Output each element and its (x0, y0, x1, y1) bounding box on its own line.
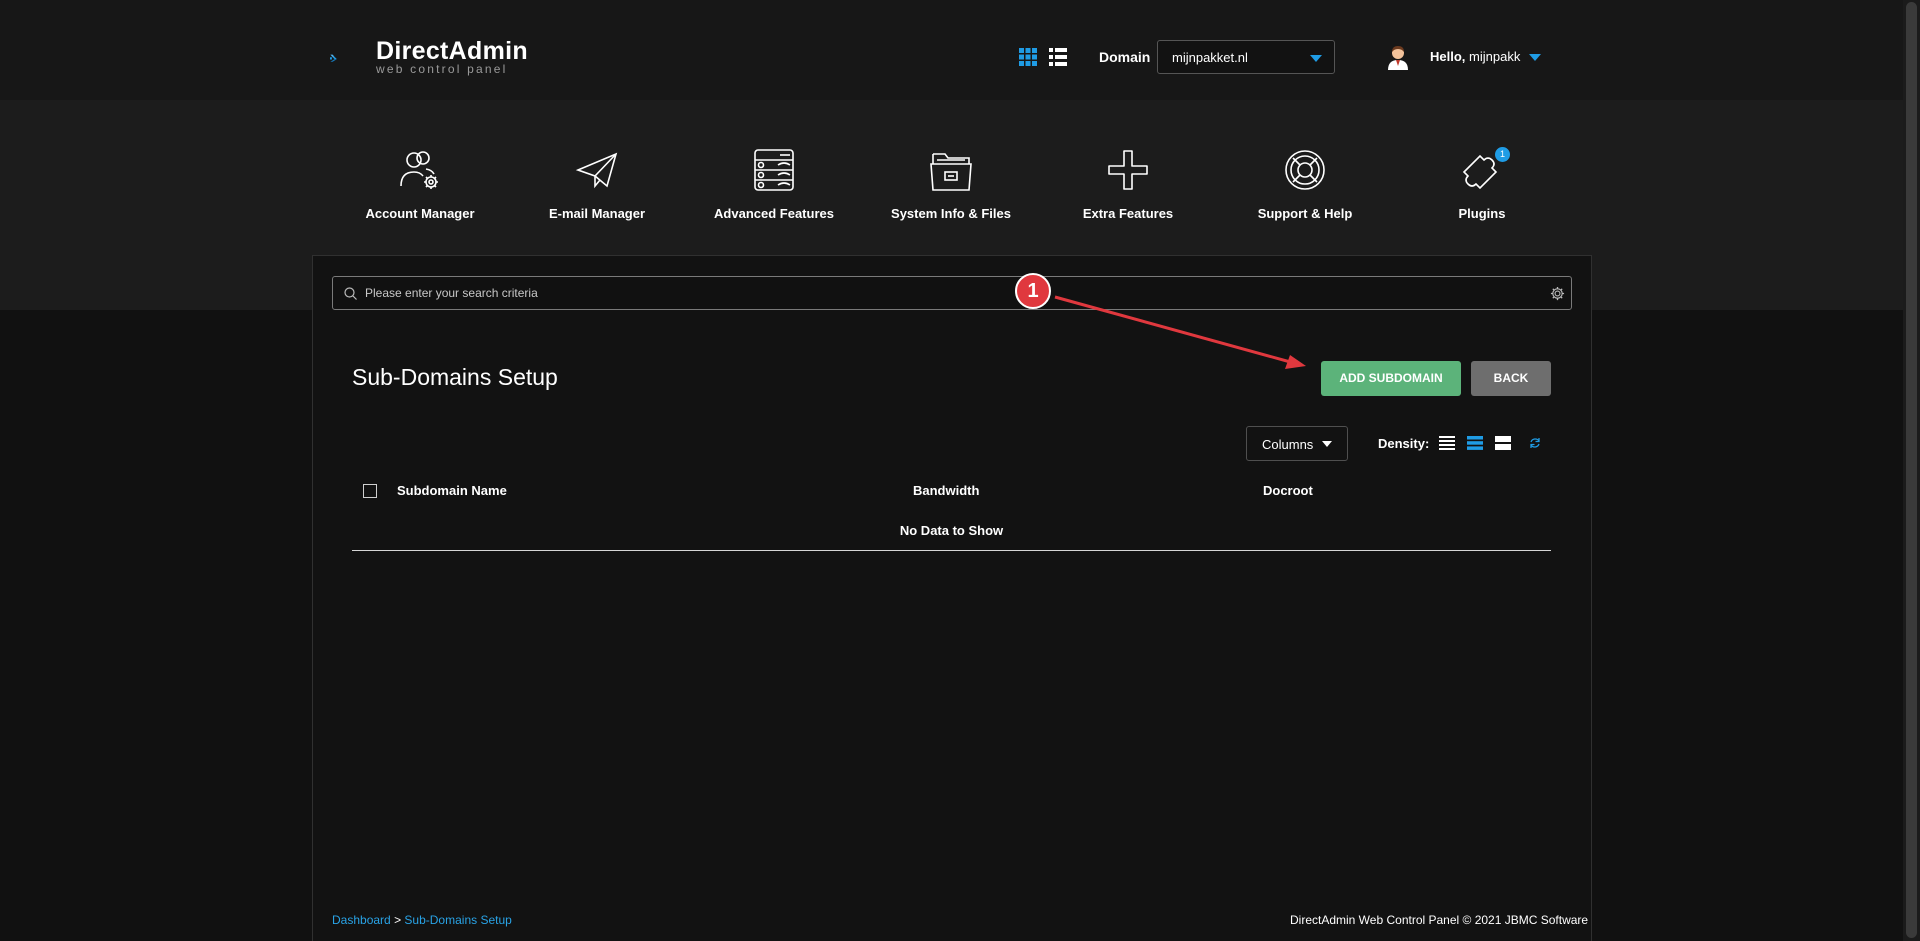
density-comfortable-icon[interactable] (1494, 435, 1512, 451)
columns-caret-icon (1322, 441, 1332, 447)
back-button[interactable]: BACK (1471, 361, 1551, 396)
nav-account-manager[interactable]: Account Manager (345, 148, 495, 228)
search-icon (344, 287, 357, 300)
list-icon[interactable] (1048, 47, 1068, 67)
annotation-step-badge: 1 (1015, 273, 1051, 309)
table-divider (352, 550, 1551, 551)
hello-prefix: Hello, (1430, 49, 1466, 64)
breadcrumb-dashboard[interactable]: Dashboard (332, 913, 391, 927)
domain-label: Domain (1099, 49, 1151, 65)
footer-copyright: DirectAdmin Web Control Panel © 2021 JBM… (1290, 913, 1589, 927)
user-avatar-icon[interactable] (1386, 44, 1410, 70)
grid-icon[interactable] (1018, 47, 1038, 67)
density-normal-icon[interactable] (1466, 435, 1484, 451)
empty-table-message: No Data to Show (899, 523, 1004, 538)
search-input[interactable]: Please enter your search criteria (332, 276, 1572, 310)
select-all-checkbox[interactable] (363, 484, 377, 498)
column-header-subdomain-name[interactable]: Subdomain Name (397, 483, 507, 498)
nav-support-help[interactable]: Support & Help (1230, 148, 1380, 228)
plugins-notification-badge: 1 (1495, 147, 1510, 162)
nav-email-manager[interactable]: E-mail Manager (522, 148, 672, 228)
breadcrumb-sub-domains-setup[interactable]: Sub-Domains Setup (404, 913, 511, 927)
chevron-down-icon (1310, 55, 1322, 62)
user-menu[interactable]: Hello, mijnpakk (1430, 49, 1520, 64)
refresh-icon[interactable] (1529, 437, 1541, 449)
nav-plugins[interactable]: Plugins (1407, 148, 1557, 228)
density-compact-icon[interactable] (1438, 435, 1456, 451)
nav-label-support-help: Support & Help (1257, 206, 1353, 221)
columns-button-label: Columns (1262, 437, 1314, 452)
add-subdomain-button[interactable]: ADD SUBDOMAIN (1321, 361, 1461, 396)
nav-label-plugins: Plugins (1458, 206, 1506, 221)
content-panel (312, 255, 1592, 941)
density-label: Density: (1378, 436, 1430, 451)
folder-icon (930, 153, 972, 191)
server-stack-icon (754, 149, 794, 191)
plus-icon (1108, 150, 1148, 190)
nav-label-account-manager: Account Manager (365, 206, 475, 221)
nav-label-email-manager: E-mail Manager (548, 206, 646, 221)
columns-button[interactable]: Columns (1246, 426, 1348, 461)
scrollbar-thumb[interactable] (1906, 2, 1917, 938)
nav-system-info-files[interactable]: System Info & Files (876, 148, 1026, 228)
hello-username: mijnpakk (1469, 49, 1521, 64)
nav-label-advanced-features: Advanced Features (714, 206, 834, 221)
breadcrumb-separator: > (394, 913, 402, 927)
domain-select-value: mijnpakket.nl (1172, 50, 1248, 65)
column-header-docroot[interactable]: Docroot (1263, 483, 1313, 498)
nav-extra-features[interactable]: Extra Features (1053, 148, 1203, 228)
directadmin-logo-icon[interactable] (330, 36, 370, 80)
user-menu-caret-icon[interactable] (1529, 54, 1541, 61)
users-gear-icon (400, 151, 438, 189)
nav-label-extra-features: Extra Features (1082, 206, 1174, 221)
paper-plane-icon (575, 152, 618, 189)
page-title: Sub-Domains Setup (352, 364, 558, 390)
domain-select[interactable]: mijnpakket.nl (1157, 40, 1335, 74)
nav-label-system-info-files: System Info & Files (891, 206, 1011, 221)
breadcrumb: Dashboard > Sub-Domains Setup (332, 913, 512, 927)
logo-subtitle: web control panel (376, 62, 508, 76)
nav-advanced-features[interactable]: Advanced Features (699, 148, 849, 228)
search-placeholder: Please enter your search criteria (365, 286, 538, 300)
search-settings-gear-icon[interactable] (1550, 286, 1565, 301)
column-header-bandwidth[interactable]: Bandwidth (913, 483, 979, 498)
lifebuoy-icon (1285, 150, 1325, 190)
top-header-bar (0, 0, 1920, 100)
